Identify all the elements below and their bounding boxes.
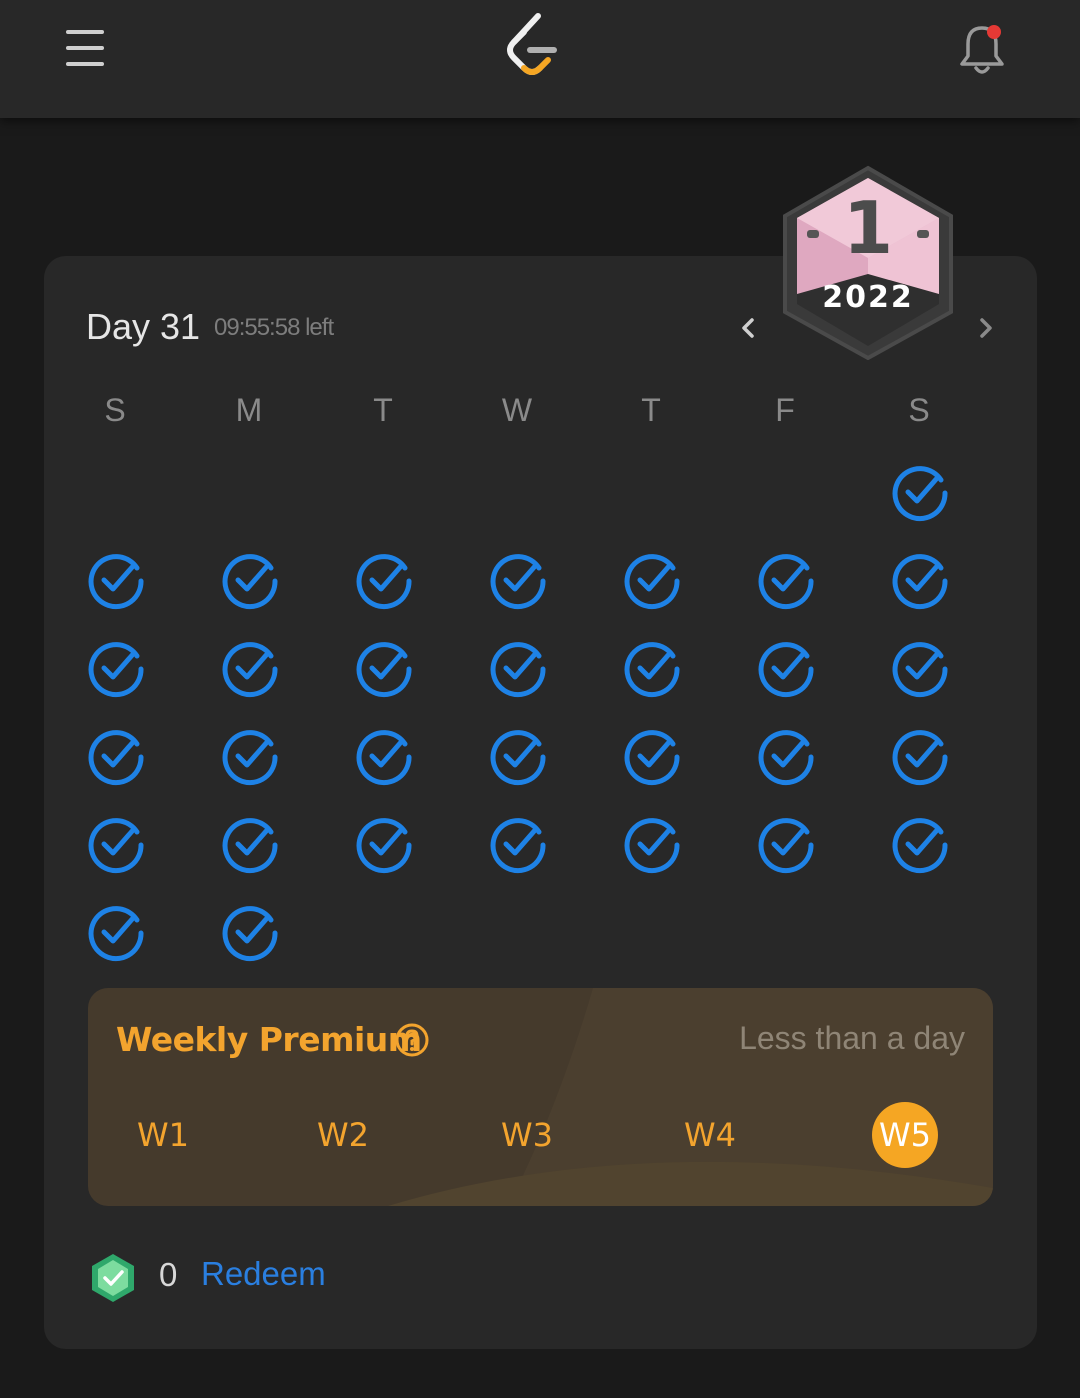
check-circle-icon — [624, 554, 680, 610]
check-circle-icon — [356, 818, 412, 874]
check-circle-icon — [758, 642, 814, 698]
check-circle-icon — [624, 818, 680, 874]
check-circle-icon — [624, 730, 680, 786]
check-circle-icon — [222, 818, 278, 874]
weekday-sat: S — [908, 392, 930, 428]
calendar-day-6[interactable] — [621, 550, 683, 612]
day-title: Day 31 — [86, 306, 201, 347]
leetcode-logo-icon[interactable] — [500, 12, 564, 82]
question-circle-icon[interactable] — [394, 1022, 430, 1058]
badge-month: 1 — [842, 186, 894, 270]
weekly-premium-status: Less than a day — [739, 1020, 965, 1056]
calendar-day-30[interactable] — [85, 902, 147, 964]
check-circle-icon — [88, 642, 144, 698]
top-app-bar — [0, 0, 1080, 118]
check-circle-icon — [88, 818, 144, 874]
check-circle-icon — [758, 818, 814, 874]
calendar-day-10[interactable] — [219, 638, 281, 700]
calendar-day-14[interactable] — [755, 638, 817, 700]
week-1[interactable]: W1 — [130, 1102, 196, 1168]
check-circle-icon — [490, 554, 546, 610]
chevron-left-icon[interactable] — [730, 308, 766, 348]
notification-dot — [987, 25, 1001, 39]
time-left-label: 09:55:58 left — [214, 314, 334, 341]
monthly-badge[interactable]: 1 2022 — [779, 164, 957, 361]
calendar-day-13[interactable] — [621, 638, 683, 700]
calendar-day-8[interactable] — [889, 550, 951, 612]
calendar-day-7[interactable] — [755, 550, 817, 612]
check-circle-icon — [490, 642, 546, 698]
weekday-sun: S — [104, 392, 126, 428]
calendar-day-15[interactable] — [889, 638, 951, 700]
redeem-link[interactable]: Redeem — [201, 1255, 326, 1293]
weekday-wed: W — [501, 392, 533, 428]
calendar-day-26[interactable] — [487, 814, 549, 876]
weekday-tue: T — [373, 392, 393, 428]
calendar-day-16[interactable] — [85, 726, 147, 788]
leetcoin-shield-icon — [90, 1252, 136, 1304]
calendar-day-5[interactable] — [487, 550, 549, 612]
weekly-premium-title: Weekly Premium — [116, 1020, 422, 1059]
hamburger-menu-icon[interactable] — [62, 26, 110, 70]
coin-count: 0 — [159, 1256, 178, 1293]
badge-year: 2022 — [822, 280, 914, 315]
check-circle-icon — [88, 906, 144, 962]
check-circle-icon — [892, 642, 948, 698]
daily-challenge-card: Day 31 09:55:58 left 1 2022 S M T W T F … — [44, 165, 1037, 1349]
check-circle-icon — [222, 554, 278, 610]
check-circle-icon — [892, 730, 948, 786]
check-circle-icon — [490, 818, 546, 874]
check-circle-icon — [356, 642, 412, 698]
calendar-day-20[interactable] — [621, 726, 683, 788]
week-5[interactable]: W5 — [872, 1102, 938, 1168]
check-circle-icon — [88, 554, 144, 610]
check-circle-icon — [624, 642, 680, 698]
check-circle-icon — [222, 730, 278, 786]
calendar-day-1[interactable] — [889, 462, 951, 524]
calendar-day-17[interactable] — [219, 726, 281, 788]
calendar-day-31[interactable] — [219, 902, 281, 964]
calendar-day-12[interactable] — [487, 638, 549, 700]
check-circle-icon — [222, 642, 278, 698]
check-circle-icon — [758, 730, 814, 786]
weekday-mon: M — [235, 392, 263, 428]
weekly-premium-panel: Weekly Premium Less than a day W1 W2 W3 … — [88, 988, 993, 1206]
calendar-day-25[interactable] — [353, 814, 415, 876]
check-circle-icon — [892, 466, 948, 522]
weekday-fri: F — [775, 392, 795, 428]
check-circle-icon — [892, 818, 948, 874]
calendar-day-29[interactable] — [889, 814, 951, 876]
calendar-day-18[interactable] — [353, 726, 415, 788]
week-3[interactable]: W3 — [494, 1102, 560, 1168]
check-circle-icon — [892, 554, 948, 610]
calendar-day-9[interactable] — [85, 638, 147, 700]
calendar-day-28[interactable] — [755, 814, 817, 876]
calendar-day-24[interactable] — [219, 814, 281, 876]
calendar-day-4[interactable] — [353, 550, 415, 612]
calendar-day-3[interactable] — [219, 550, 281, 612]
calendar-day-19[interactable] — [487, 726, 549, 788]
chevron-right-icon[interactable] — [968, 308, 1004, 348]
notification-bell-icon[interactable] — [952, 20, 1012, 80]
check-circle-icon — [356, 554, 412, 610]
calendar-day-27[interactable] — [621, 814, 683, 876]
week-2[interactable]: W2 — [310, 1102, 376, 1168]
calendar-day-2[interactable] — [85, 550, 147, 612]
calendar-day-22[interactable] — [889, 726, 951, 788]
check-circle-icon — [758, 554, 814, 610]
weekday-thu: T — [641, 392, 661, 428]
check-circle-icon — [88, 730, 144, 786]
calendar-day-11[interactable] — [353, 638, 415, 700]
check-circle-icon — [222, 906, 278, 962]
check-circle-icon — [490, 730, 546, 786]
check-circle-icon — [356, 730, 412, 786]
week-4[interactable]: W4 — [677, 1102, 743, 1168]
calendar-day-21[interactable] — [755, 726, 817, 788]
calendar-day-23[interactable] — [85, 814, 147, 876]
